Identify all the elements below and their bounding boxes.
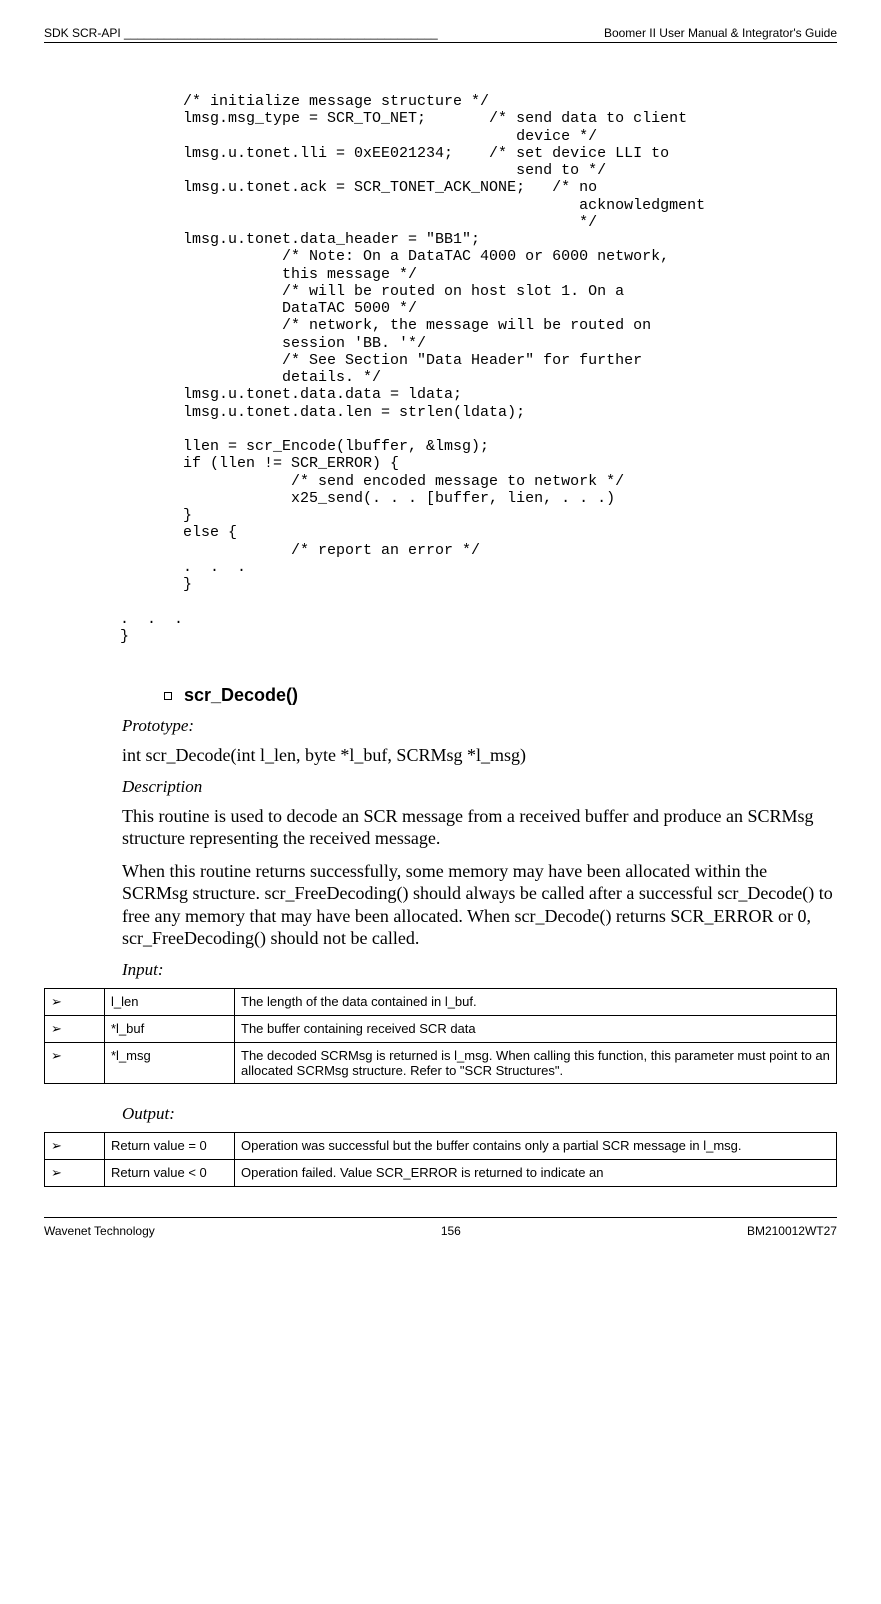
row-name: l_len	[105, 988, 235, 1015]
output-label: Output:	[122, 1104, 837, 1124]
table-row: ➢ Return value = 0 Operation was success…	[45, 1132, 837, 1159]
header-left: SDK SCR-API ____________________________…	[44, 26, 438, 40]
row-desc: Operation was successful but the buffer …	[235, 1132, 837, 1159]
header-right: Boomer II User Manual & Integrator's Gui…	[604, 26, 837, 40]
description-paragraph-1: This routine is used to decode an SCR me…	[122, 805, 837, 850]
row-symbol: ➢	[45, 1015, 105, 1042]
table-row: ➢ l_len The length of the data contained…	[45, 988, 837, 1015]
table-row: ➢ *l_buf The buffer containing received …	[45, 1015, 837, 1042]
row-name: *l_msg	[105, 1042, 235, 1083]
table-row: ➢ Return value < 0 Operation failed. Val…	[45, 1159, 837, 1186]
page-footer: Wavenet Technology 156 BM210012WT27	[44, 1224, 837, 1238]
footer-center: 156	[441, 1224, 461, 1238]
prototype-label: Prototype:	[122, 716, 837, 736]
square-bullet-icon	[164, 692, 172, 700]
footer-divider	[44, 1217, 837, 1218]
row-desc: Operation failed. Value SCR_ERROR is ret…	[235, 1159, 837, 1186]
row-desc: The length of the data contained in l_bu…	[235, 988, 837, 1015]
table-row: ➢ *l_msg The decoded SCRMsg is returned …	[45, 1042, 837, 1083]
row-symbol: ➢	[45, 988, 105, 1015]
footer-left: Wavenet Technology	[44, 1224, 155, 1238]
section-heading: scr_Decode()	[164, 685, 837, 706]
code-snippet: /* initialize message structure */ lmsg.…	[120, 93, 837, 645]
page-header: SDK SCR-API ____________________________…	[44, 26, 837, 40]
prototype-text: int scr_Decode(int l_len, byte *l_buf, S…	[122, 744, 837, 767]
row-desc: The decoded SCRMsg is returned is l_msg.…	[235, 1042, 837, 1083]
input-table: ➢ l_len The length of the data contained…	[44, 988, 837, 1084]
row-name: Return value < 0	[105, 1159, 235, 1186]
row-name: *l_buf	[105, 1015, 235, 1042]
row-desc: The buffer containing received SCR data	[235, 1015, 837, 1042]
row-name: Return value = 0	[105, 1132, 235, 1159]
input-label: Input:	[122, 960, 837, 980]
row-symbol: ➢	[45, 1159, 105, 1186]
description-paragraph-2: When this routine returns successfully, …	[122, 860, 837, 950]
header-divider	[44, 42, 837, 43]
description-label: Description	[122, 777, 837, 797]
row-symbol: ➢	[45, 1042, 105, 1083]
footer-right: BM210012WT27	[747, 1224, 837, 1238]
output-table: ➢ Return value = 0 Operation was success…	[44, 1132, 837, 1187]
section-title: scr_Decode()	[184, 685, 298, 705]
row-symbol: ➢	[45, 1132, 105, 1159]
